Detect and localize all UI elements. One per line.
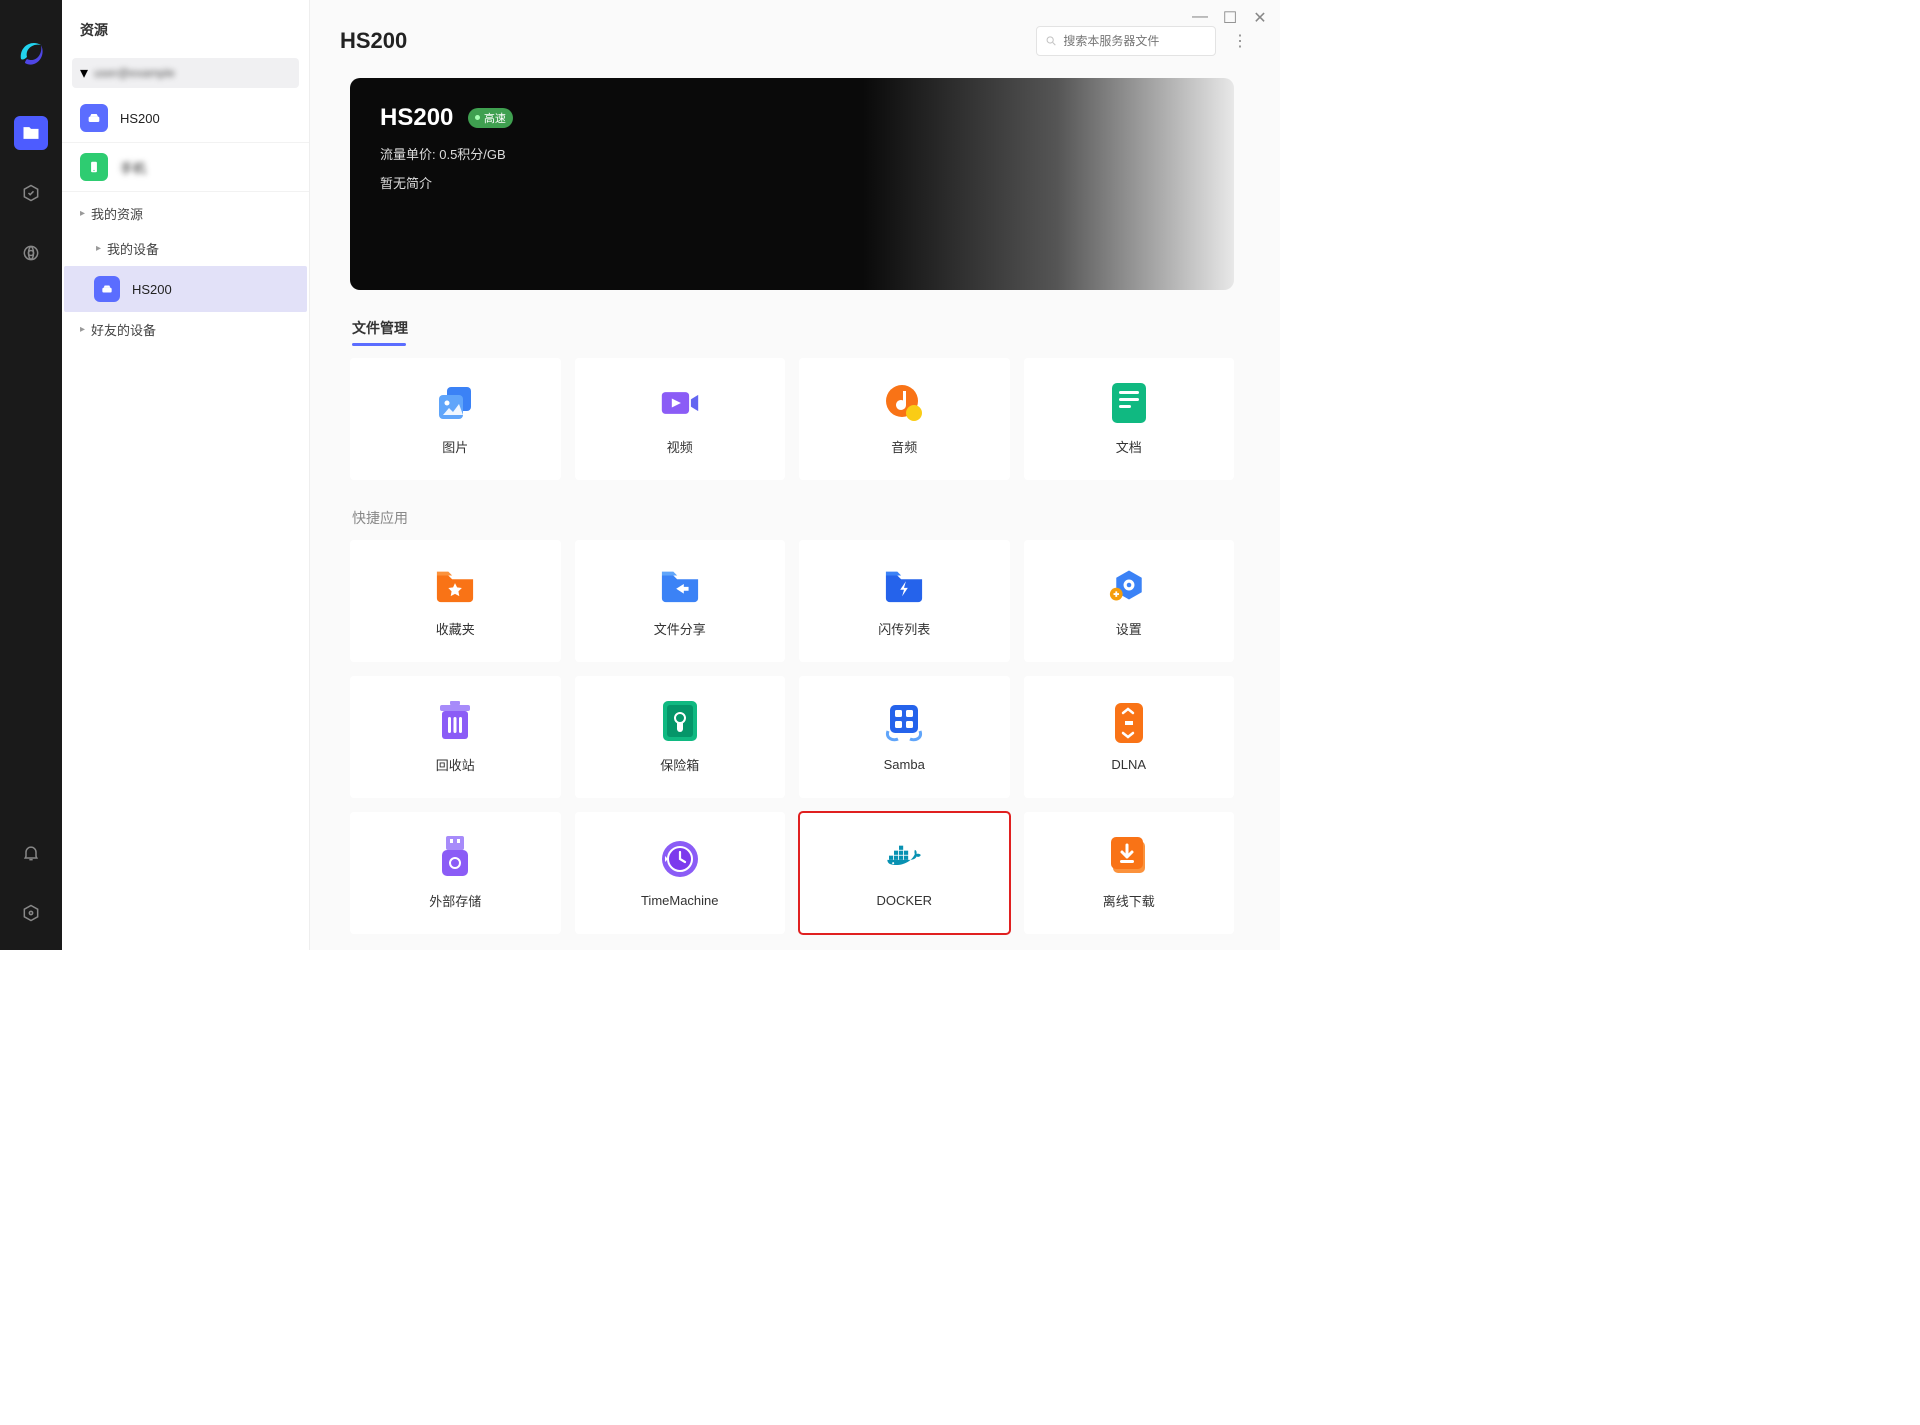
tile-label: 视频 xyxy=(667,437,693,456)
tile-label: Samba xyxy=(884,757,925,772)
tile-label: 文档 xyxy=(1116,437,1142,456)
tile-share-folder[interactable]: 文件分享 xyxy=(575,540,786,662)
section-quick-apps: 快捷应用 xyxy=(352,508,1234,528)
star-folder-icon xyxy=(435,565,475,605)
tile-label: 闪传列表 xyxy=(878,619,930,638)
banner-name: HS200 xyxy=(380,104,453,132)
usb-icon xyxy=(435,837,475,877)
tile-samba[interactable]: Samba xyxy=(799,676,1010,798)
tile-label: 音频 xyxy=(891,437,917,456)
tile-video[interactable]: 视频 xyxy=(575,358,786,480)
video-icon xyxy=(660,383,700,423)
image-icon xyxy=(435,383,475,423)
tile-timemachine[interactable]: TimeMachine xyxy=(575,812,786,934)
tile-dlna[interactable]: DLNA xyxy=(1024,676,1235,798)
primary-navbar xyxy=(0,0,62,950)
tile-label: TimeMachine xyxy=(641,893,719,908)
nav-files[interactable] xyxy=(14,116,48,150)
tile-safe[interactable]: 保险箱 xyxy=(575,676,786,798)
tile-settings[interactable]: 设置 xyxy=(1024,540,1235,662)
settings-icon xyxy=(1109,565,1149,605)
main-area: — ☐ ✕ HS200 ⋮ HS200 高速 流量单价: 0.5积分/GB 暂无… xyxy=(310,0,1280,950)
search-icon xyxy=(1045,34,1057,48)
search-box[interactable] xyxy=(1036,26,1216,56)
trash-icon xyxy=(435,701,475,741)
tile-label: 设置 xyxy=(1116,619,1142,638)
tile-trash[interactable]: 回收站 xyxy=(350,676,561,798)
speed-badge: 高速 xyxy=(468,108,513,128)
tile-label: 文件分享 xyxy=(654,619,706,638)
tile-label: DOCKER xyxy=(876,893,932,908)
tile-label: 回收站 xyxy=(436,755,475,774)
tile-label: DLNA xyxy=(1111,757,1146,772)
nav-notifications[interactable] xyxy=(14,836,48,870)
device-label: HS200 xyxy=(120,111,160,126)
caret-icon: ▸ xyxy=(96,243,101,254)
bolt-folder-icon xyxy=(884,565,924,605)
main-header: HS200 ⋮ xyxy=(310,0,1280,68)
tile-label: 收藏夹 xyxy=(436,619,475,638)
section-file-manage: 文件管理 xyxy=(352,318,1234,346)
tile-doc[interactable]: 文档 xyxy=(1024,358,1235,480)
tree-friend-devices[interactable]: ▸ 好友的设备 xyxy=(62,312,309,347)
tile-image[interactable]: 图片 xyxy=(350,358,561,480)
search-input[interactable] xyxy=(1063,34,1207,48)
tile-docker[interactable]: DOCKER xyxy=(799,812,1010,934)
docker-icon xyxy=(884,839,924,879)
doc-icon xyxy=(1109,383,1149,423)
download-icon xyxy=(1109,837,1149,877)
tile-star-folder[interactable]: 收藏夹 xyxy=(350,540,561,662)
server-icon xyxy=(94,276,120,302)
tree-my-resources[interactable]: ▸ 我的资源 xyxy=(62,196,309,231)
more-button[interactable]: ⋮ xyxy=(1230,31,1250,51)
banner-desc: 暂无简介 xyxy=(380,173,1204,192)
app-logo xyxy=(13,35,49,71)
window-controls: — ☐ ✕ xyxy=(1192,8,1268,28)
tile-audio[interactable]: 音频 xyxy=(799,358,1010,480)
resources-panel: 资源 ▾ user@example HS200 手机 ▸ 我的资源 ▸ 我的设备 xyxy=(62,0,310,950)
minimize-button[interactable]: — xyxy=(1192,8,1208,28)
tile-usb[interactable]: 外部存储 xyxy=(350,812,561,934)
account-row[interactable]: ▾ user@example xyxy=(72,58,299,88)
close-button[interactable]: ✕ xyxy=(1252,8,1268,28)
share-folder-icon xyxy=(660,565,700,605)
app-grid: 收藏夹 文件分享 闪传列表 设置回收站 保险箱 Samba DLNA 外部存储 TimeMach… xyxy=(350,540,1234,934)
dlna-icon xyxy=(1109,703,1149,743)
device-hs200[interactable]: HS200 xyxy=(62,94,309,143)
tile-label: 图片 xyxy=(442,437,468,456)
caret-icon: ▸ xyxy=(80,208,85,219)
server-icon xyxy=(80,104,108,132)
account-name: user@example xyxy=(94,66,175,80)
tile-bolt-folder[interactable]: 闪传列表 xyxy=(799,540,1010,662)
samba-icon xyxy=(884,703,924,743)
tree-leaf-hs200[interactable]: HS200 xyxy=(64,266,307,312)
chevron-down-icon: ▾ xyxy=(80,68,90,78)
resources-title: 资源 xyxy=(62,0,309,52)
nav-apps[interactable] xyxy=(14,236,48,270)
audio-icon xyxy=(884,383,924,423)
nav-transfer[interactable] xyxy=(14,176,48,210)
nav-settings[interactable] xyxy=(14,896,48,930)
banner-meta: 流量单价: 0.5积分/GB xyxy=(380,144,1204,163)
content-scroll: HS200 高速 流量单价: 0.5积分/GB 暂无简介 文件管理 图片 视频 音频… xyxy=(310,68,1280,950)
maximize-button[interactable]: ☐ xyxy=(1222,8,1238,28)
device-phone[interactable]: 手机 xyxy=(62,143,309,192)
device-label: 手机 xyxy=(120,158,146,177)
page-title: HS200 xyxy=(340,28,1036,54)
resource-tree: ▸ 我的资源 ▸ 我的设备 HS200 ▸ 好友的设备 xyxy=(62,192,309,351)
phone-icon xyxy=(80,153,108,181)
tree-my-devices[interactable]: ▸ 我的设备 xyxy=(62,231,309,266)
file-grid: 图片 视频 音频 文档 xyxy=(350,358,1234,480)
caret-icon: ▸ xyxy=(80,324,85,335)
safe-icon xyxy=(660,701,700,741)
tile-label: 外部存储 xyxy=(429,891,481,910)
device-banner: HS200 高速 流量单价: 0.5积分/GB 暂无简介 xyxy=(350,78,1234,290)
tile-label: 离线下载 xyxy=(1103,891,1155,910)
timemachine-icon xyxy=(660,839,700,879)
tile-download[interactable]: 离线下载 xyxy=(1024,812,1235,934)
tile-label: 保险箱 xyxy=(660,755,699,774)
